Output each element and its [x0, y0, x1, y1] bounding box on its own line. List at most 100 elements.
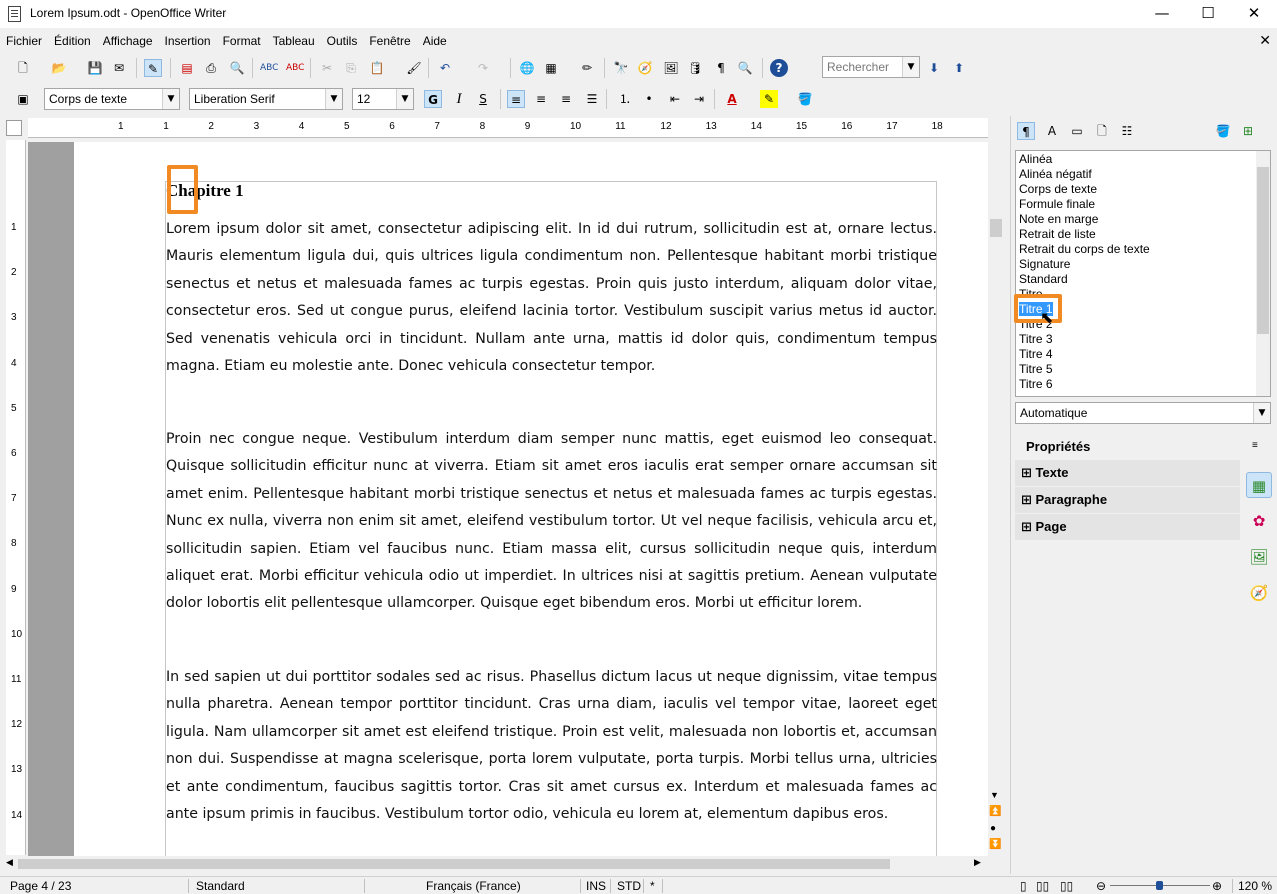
fill-format-icon[interactable]: 🪣 — [1214, 122, 1232, 140]
style-item[interactable]: Titre 4 — [1016, 347, 1270, 362]
zoom-slider-handle[interactable] — [1156, 881, 1163, 890]
style-item[interactable]: Signature — [1016, 257, 1270, 272]
horizontal-ruler[interactable]: 1 1 2 3 4 5 6 7 8 9 10 11 12 13 14 15 16 17 18 — [28, 118, 988, 138]
zoom-out-icon[interactable]: ⊖ — [1096, 879, 1106, 893]
styles-scrollbar[interactable] — [1256, 151, 1270, 396]
styles-formatting-icon[interactable]: ▣ — [14, 90, 32, 108]
paragraph-style-combo[interactable]: Corps de texte ▼ — [44, 88, 180, 110]
document-area[interactable]: Chapitre 1 Lorem ipsum dolor sit amet, c… — [28, 142, 988, 856]
style-item[interactable]: Titre 5 — [1016, 362, 1270, 377]
horizontal-scrollbar[interactable]: ◀ ▶ — [0, 856, 1004, 872]
language-indicator[interactable]: Français (France) — [426, 879, 521, 893]
maximize-button[interactable]: ☐ — [1185, 0, 1231, 28]
section-texte[interactable]: ⊞ Texte — [1015, 460, 1240, 486]
paragraph-3[interactable]: In sed sapien ut dui porttitor sodales s… — [166, 664, 937, 828]
style-item[interactable]: Retrait de liste — [1016, 227, 1270, 242]
selection-mode-indicator[interactable]: STD — [617, 879, 641, 893]
decrease-indent-icon[interactable]: ⇤ — [666, 90, 684, 108]
draw-functions-icon[interactable]: ✏ — [578, 59, 596, 77]
menu-fichier[interactable]: Fichier — [0, 30, 48, 52]
zoom-in-icon[interactable]: ⊕ — [1212, 879, 1222, 893]
styles-deck-icon[interactable]: ✿ — [1246, 508, 1272, 534]
cut-icon[interactable]: ✂ — [318, 59, 336, 77]
style-item[interactable]: Formule finale — [1016, 197, 1270, 212]
sidebar-menu-icon[interactable]: ≡ — [1252, 440, 1258, 451]
style-item[interactable]: Titre 6 — [1016, 377, 1270, 392]
scroll-thumb[interactable] — [990, 219, 1002, 237]
justify-icon[interactable]: ☰ — [583, 90, 601, 108]
page[interactable]: Chapitre 1 Lorem ipsum dolor sit amet, c… — [74, 142, 988, 856]
new-document-icon[interactable]: 🗋 — [14, 59, 32, 77]
clone-formatting-icon[interactable]: 🖌 — [405, 59, 423, 77]
menu-fenetre[interactable]: Fenêtre — [363, 30, 416, 52]
style-item[interactable]: Corps de texte — [1016, 182, 1270, 197]
redo-icon[interactable]: ↷ — [474, 59, 492, 77]
styles-scroll-thumb[interactable] — [1257, 167, 1269, 334]
highlighting-icon[interactable]: ✎ — [760, 90, 778, 108]
font-size-combo[interactable]: 12 ▼ — [352, 88, 414, 110]
close-document-button[interactable]: ✕ — [1259, 30, 1271, 52]
paste-icon[interactable]: 📋 — [368, 59, 386, 77]
multi-page-view-icon[interactable]: ▯▯ — [1036, 879, 1049, 893]
next-page-icon[interactable]: ⏬ — [989, 839, 1001, 850]
align-left-icon[interactable]: ≡ — [507, 90, 525, 108]
navigator-icon[interactable]: 🧭 — [636, 59, 654, 77]
style-item[interactable]: Alinéa — [1016, 152, 1270, 167]
font-name-combo[interactable]: Liberation Serif ▼ — [189, 88, 343, 110]
menu-aide[interactable]: Aide — [417, 30, 453, 52]
section-page[interactable]: ⊞ Page — [1015, 514, 1240, 540]
undo-icon[interactable]: ↶ — [436, 59, 454, 77]
style-item[interactable]: Titre 3 — [1016, 332, 1270, 347]
book-view-icon[interactable]: ▯▯ — [1060, 879, 1073, 893]
paragraph-1[interactable]: Lorem ipsum dolor sit amet, consectetur … — [166, 216, 937, 380]
underline-button[interactable]: S — [474, 90, 492, 108]
spellcheck-icon[interactable]: ABC — [260, 59, 278, 77]
menu-tableau[interactable]: Tableau — [267, 30, 321, 52]
previous-page-icon[interactable]: ⏫ — [989, 806, 1001, 817]
page-indicator[interactable]: Page 4 / 23 — [10, 879, 71, 893]
font-color-icon[interactable]: A — [723, 90, 741, 108]
menu-format[interactable]: Format — [217, 30, 267, 52]
frame-styles-icon[interactable]: ▭ — [1068, 122, 1086, 140]
close-window-button[interactable]: ✕ — [1231, 0, 1277, 28]
hyperlink-icon[interactable]: 🌐 — [518, 59, 536, 77]
zoom-level[interactable]: 120 % — [1238, 879, 1272, 893]
edit-mode-icon[interactable]: ✎ — [144, 59, 162, 77]
table-icon[interactable]: ▦ — [542, 59, 560, 77]
page-style-indicator[interactable]: Standard — [196, 879, 245, 893]
style-item[interactable]: Standard — [1016, 272, 1270, 287]
navigator-deck-icon[interactable]: 🧭 — [1246, 580, 1272, 606]
formatting-marks-icon[interactable]: ¶ — [712, 59, 730, 77]
section-paragraphe[interactable]: ⊞ Paragraphe — [1015, 487, 1240, 513]
copy-icon[interactable]: ⎘ — [342, 59, 360, 77]
paragraph-2[interactable]: Proin nec congue neque. Vestibulum inter… — [166, 426, 937, 618]
style-item[interactable]: Retrait du corps de texte — [1016, 242, 1270, 257]
bold-button[interactable]: G — [424, 90, 442, 108]
gallery-icon[interactable]: 🖼 — [662, 59, 680, 77]
navigation-icon[interactable]: ● — [990, 823, 996, 834]
page-styles-icon[interactable]: 🗋 — [1093, 122, 1111, 140]
background-color-icon[interactable]: 🪣 — [796, 90, 814, 108]
menu-outils[interactable]: Outils — [321, 30, 364, 52]
tab-stop-selector[interactable] — [6, 120, 22, 136]
italic-button[interactable]: I — [450, 90, 468, 108]
save-icon[interactable]: 💾 — [86, 59, 104, 77]
properties-deck-icon[interactable]: ▦ — [1246, 472, 1272, 498]
minimize-button[interactable]: — — [1139, 0, 1185, 28]
print-icon[interactable]: ⎙ — [202, 59, 220, 77]
open-folder-icon[interactable]: 📂 — [50, 59, 68, 77]
numbering-icon[interactable]: ⒈ — [616, 90, 634, 108]
data-sources-icon[interactable]: 🛢 — [686, 59, 704, 77]
autospellcheck-icon[interactable]: ABC — [286, 59, 304, 77]
vertical-scrollbar[interactable]: ▼ ⏫ ● ⏬ — [988, 142, 1004, 856]
styles-list[interactable]: Alinéa Alinéa négatif Corps de texte For… — [1015, 150, 1271, 397]
zoom-icon[interactable]: 🔍 — [736, 59, 754, 77]
scroll-right-icon[interactable]: ▶ — [974, 857, 981, 868]
menu-insertion[interactable]: Insertion — [159, 30, 217, 52]
scroll-left-icon[interactable]: ◀ — [6, 857, 13, 868]
insert-mode-indicator[interactable]: INS — [586, 879, 606, 893]
style-item[interactable]: Note en marge — [1016, 212, 1270, 227]
character-styles-icon[interactable]: A — [1043, 122, 1061, 140]
gallery-deck-icon[interactable]: 🖼 — [1246, 544, 1272, 570]
style-filter-combo[interactable]: Automatique ▼ — [1015, 402, 1271, 424]
